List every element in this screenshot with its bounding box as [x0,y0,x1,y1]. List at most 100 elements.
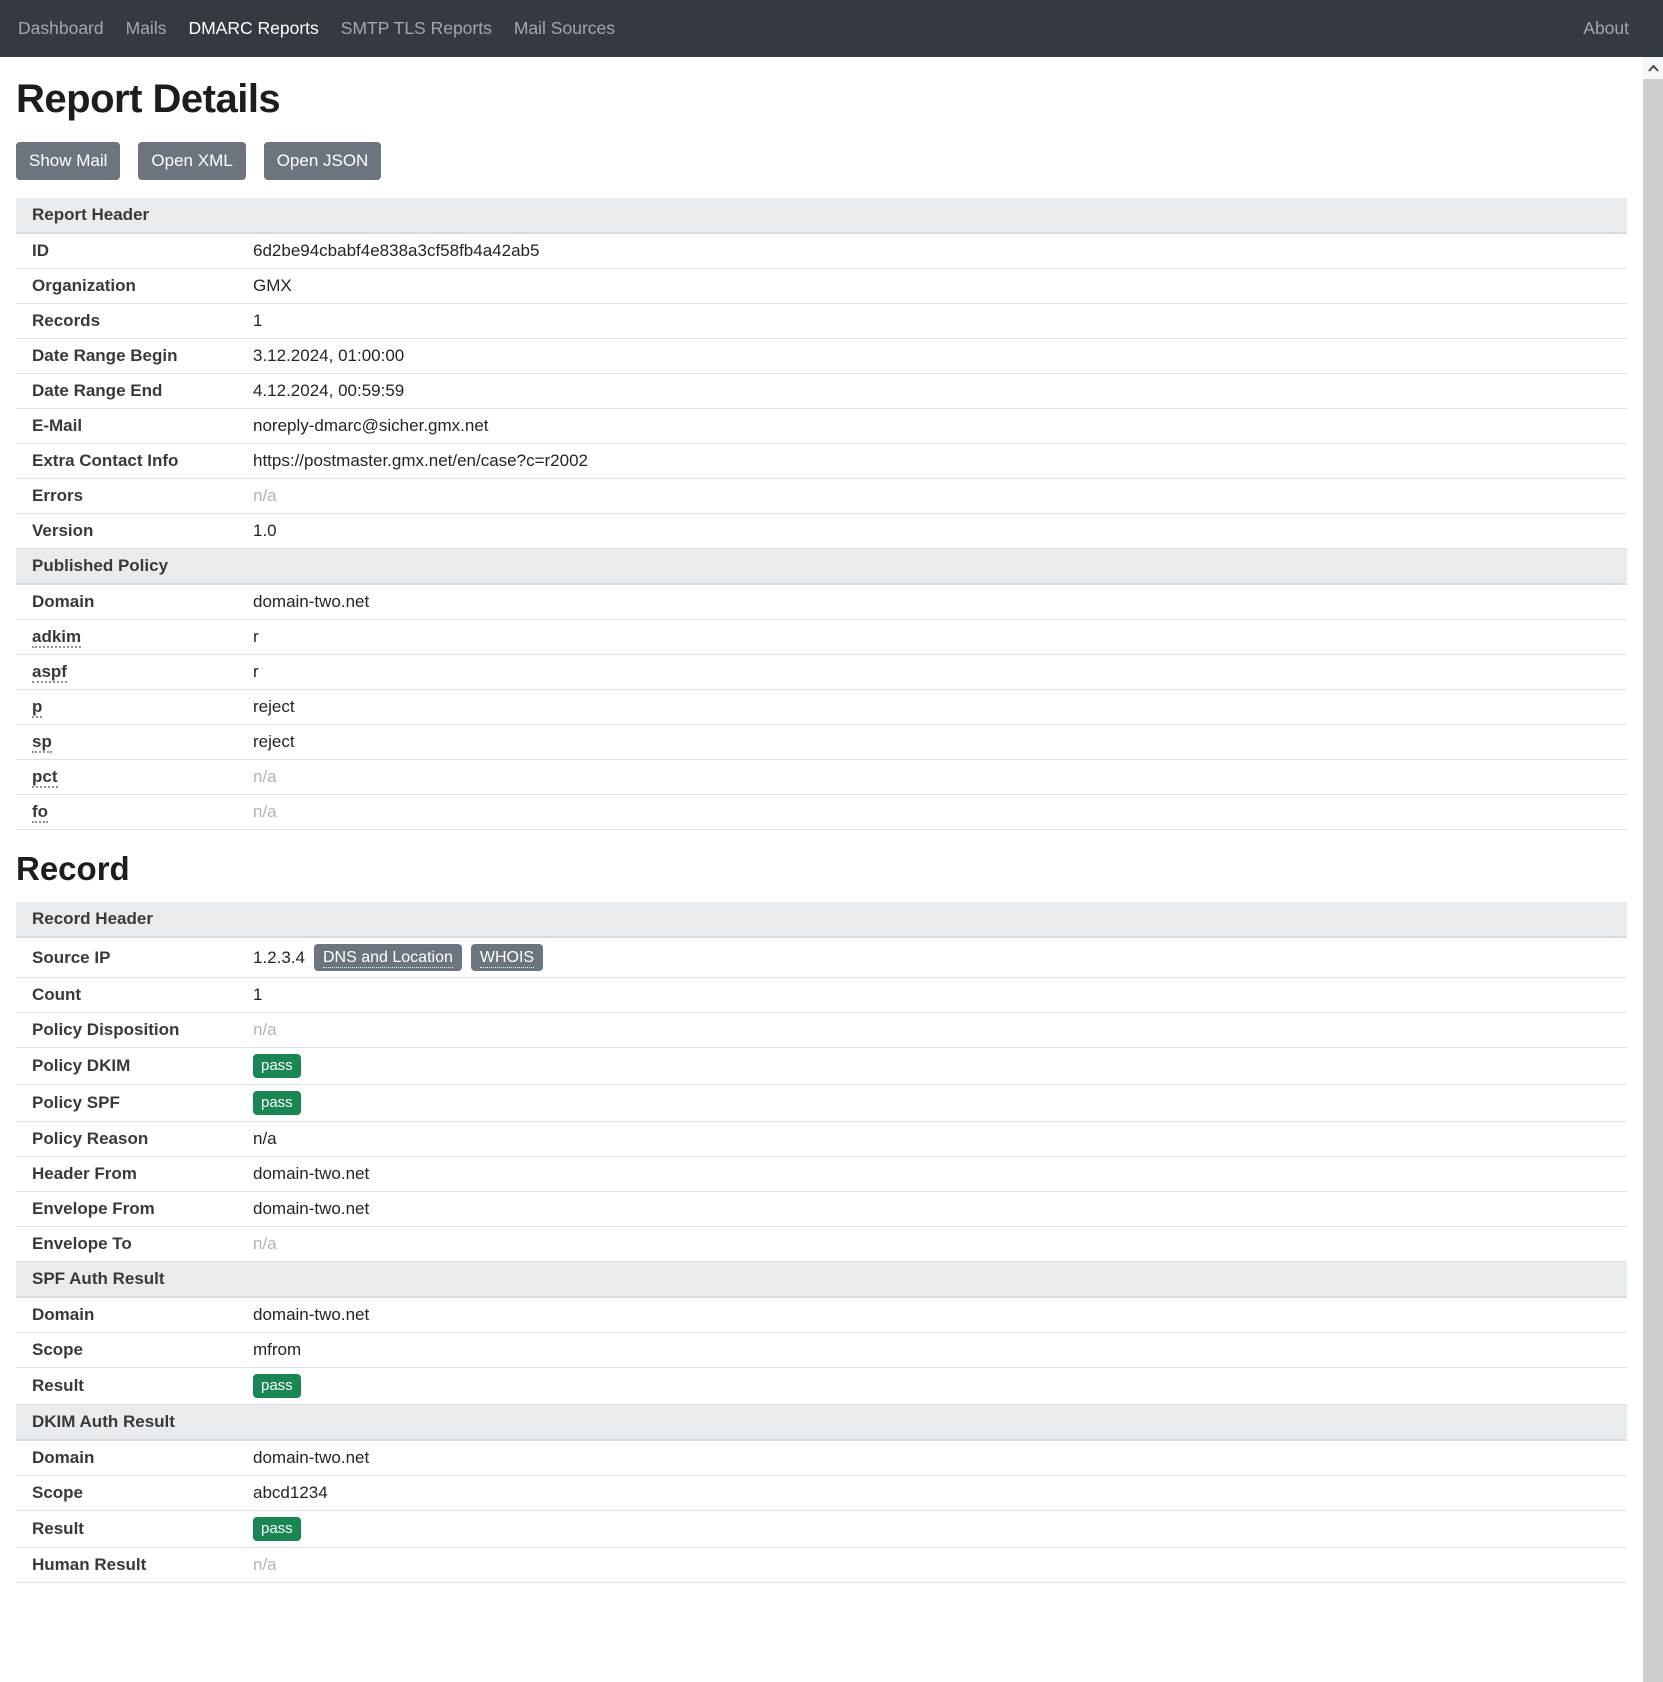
show-mail-button[interactable]: Show Mail [16,142,120,180]
chevron-up-icon [1648,65,1659,72]
table-row: aspfr [16,655,1627,690]
nav-smtp-tls-reports[interactable]: SMTP TLS Reports [341,18,492,38]
section-header: Record Header [16,902,1627,938]
row-label-text: Result [32,1519,84,1538]
row-label-text: Envelope To [32,1234,132,1253]
row-label: sp [16,725,253,759]
row-value: abcd1234 [253,1477,1627,1509]
row-value-text: n/a [253,486,277,506]
table-row: Source IP1.2.3.4DNS and LocationWHOIS [16,938,1627,979]
table-row: Domain domain-two.net [16,1298,1627,1333]
open-json-button[interactable]: Open JSON [264,142,382,180]
section-header: Report Header [16,198,1627,234]
row-label: Date Range Begin [16,339,253,373]
row-value-text: noreply-dmarc@sicher.gmx.net [253,416,489,436]
row-value: domain-two.net [253,586,1627,618]
scrollbar[interactable] [1643,57,1663,1682]
row-label: Count [16,978,253,1012]
row-value-text: n/a [253,1129,277,1149]
row-label: Human Result [16,1548,253,1582]
row-value-text: n/a [253,1234,277,1254]
nav-item: Mail Sources [514,18,615,39]
nav-item: About [1583,18,1629,39]
row-label: Organization [16,269,253,303]
record-table: Record HeaderSource IP1.2.3.4DNS and Loc… [16,902,1627,1584]
row-label: Version [16,514,253,548]
scrollbar-thumb[interactable] [1643,79,1663,1682]
row-value-text: GMX [253,276,292,296]
row-value: 3.12.2024, 01:00:00 [253,340,1627,372]
row-label: Policy SPF [16,1086,253,1120]
row-label-text: Date Range End [32,381,162,400]
scroll-up-button[interactable] [1643,57,1663,79]
row-value: pass [253,1511,1627,1547]
table-row: Extra Contact Info https://postmaster.gmx… [16,444,1627,479]
row-value-text: 1.0 [253,521,277,541]
table-row: Human Resultn/a [16,1548,1627,1583]
row-value: domain-two.net [253,1193,1627,1225]
row-value-text: 6d2be94cbabf4e838a3cf58fb4a42ab5 [253,241,539,261]
table-row: Errorsn/a [16,479,1627,514]
row-value: 6d2be94cbabf4e838a3cf58fb4a42ab5 [253,235,1627,267]
row-label: Result [16,1512,253,1546]
row-label-text: Extra Contact Info [32,451,178,470]
row-value-text: mfrom [253,1340,301,1360]
nav-about[interactable]: About [1583,18,1629,38]
row-label: fo [16,795,253,829]
row-value: r [253,656,1627,688]
row-value-text: 1.2.3.4 [253,948,305,968]
row-value: n/a [253,796,1627,828]
status-badge-pass: pass [253,1054,301,1078]
table-row: Scopeabcd1234 [16,1476,1627,1511]
row-value: mfrom [253,1334,1627,1366]
row-label-text: ID [32,241,49,260]
status-badge-pass: pass [253,1374,301,1398]
row-value-text: r [253,662,259,682]
open-xml-button[interactable]: Open XML [138,142,245,180]
row-value-text: abcd1234 [253,1483,328,1503]
row-label: ID [16,234,253,268]
row-value-text: reject [253,732,295,752]
table-row: Header Fromdomain-two.net [16,1157,1627,1192]
nav-mail-sources[interactable]: Mail Sources [514,18,615,38]
table-row: Result pass [16,1511,1627,1548]
row-label-text: adkim [32,627,81,648]
row-value-text: reject [253,697,295,717]
row-label-text: Domain [32,1305,94,1324]
row-value: r [253,621,1627,653]
whois-button[interactable]: WHOIS [471,944,543,972]
nav-dashboard[interactable]: Dashboard [18,18,104,38]
row-value-text: domain-two.net [253,1448,369,1468]
row-value-text: https://postmaster.gmx.net/en/case?c=r20… [253,451,588,471]
row-label-text: Records [32,311,100,330]
table-row: Envelope To n/a [16,1227,1627,1262]
section-header-label: DKIM Auth Result [32,1412,175,1431]
row-label-text: Policy Reason [32,1129,148,1148]
nav-mails[interactable]: Mails [126,18,167,38]
row-value: reject [253,726,1627,758]
row-value: n/a [253,1549,1627,1581]
status-badge-pass: pass [253,1091,301,1115]
table-row: Policy Dispositionn/a [16,1013,1627,1048]
table-row: pctn/a [16,760,1627,795]
table-row: fon/a [16,795,1627,830]
nav-menu-right: About [1583,18,1629,39]
section-header-label: Published Policy [32,556,168,575]
table-row: preject [16,690,1627,725]
content-area: Report Details Show Mail Open XML Open J… [0,57,1643,1682]
table-row: Date Range Begin3.12.2024, 01:00:00 [16,339,1627,374]
table-row: Date Range End4.12.2024, 00:59:59 [16,374,1627,409]
row-label: aspf [16,655,253,689]
navbar: Dashboard Mails DMARC Reports SMTP TLS Repo… [0,0,1663,57]
row-label: Records [16,304,253,338]
row-value: n/a [253,1014,1627,1046]
dns-and-location-button[interactable]: DNS and Location [314,944,462,972]
row-value-text: n/a [253,1555,277,1575]
row-label: Extra Contact Info [16,444,253,478]
row-value: 1 [253,979,1627,1011]
row-value-text: domain-two.net [253,1305,369,1325]
row-value: n/a [253,761,1627,793]
row-label-text: Header From [32,1164,137,1183]
nav-dmarc-reports[interactable]: DMARC Reports [188,18,318,38]
table-row: Resultpass [16,1368,1627,1405]
